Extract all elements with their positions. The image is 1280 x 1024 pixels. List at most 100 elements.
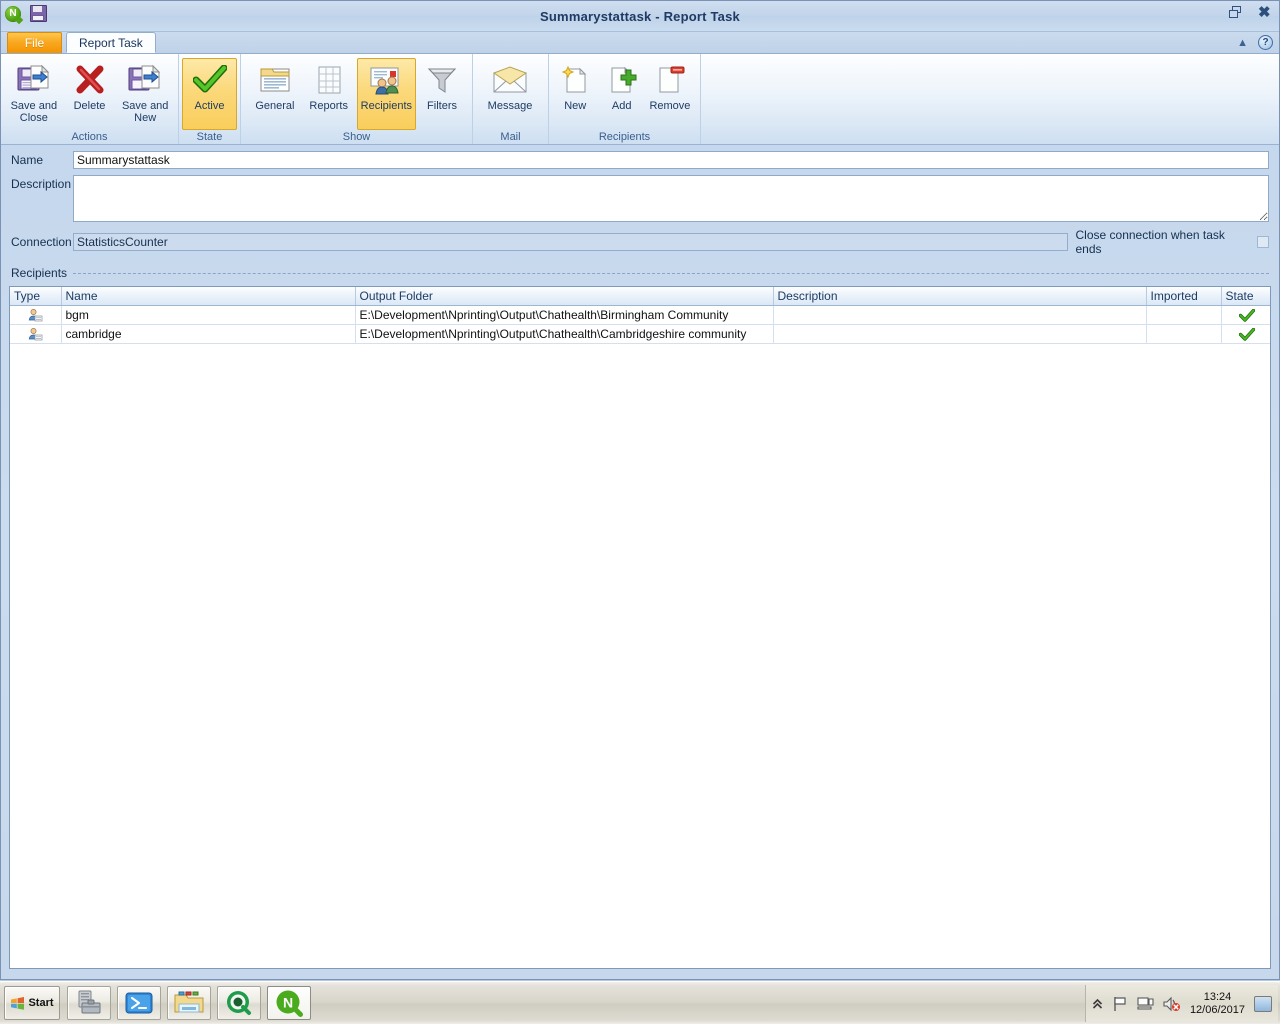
action-center-flag-icon[interactable] bbox=[1112, 996, 1128, 1012]
add-recipient-label: Add bbox=[611, 100, 632, 112]
message-button[interactable]: Message bbox=[479, 58, 541, 130]
clock[interactable]: 13:24 12/06/2017 bbox=[1190, 991, 1245, 1017]
ribbon-group-show: General Reports Recipients Filters Show bbox=[240, 54, 472, 144]
connection-field[interactable]: StatisticsCounter bbox=[73, 233, 1068, 251]
recipients-label: Recipients bbox=[360, 100, 412, 112]
column-header-imported[interactable]: Imported bbox=[1146, 287, 1222, 306]
chevron-up-icon[interactable]: ▲ bbox=[1237, 37, 1248, 48]
taskbar: Start N 13:24 12/06/2017 bbox=[0, 981, 1280, 1024]
column-header-output-folder[interactable]: Output Folder bbox=[355, 287, 774, 306]
general-label: General bbox=[255, 100, 295, 112]
filters-button[interactable]: Filters bbox=[418, 58, 466, 130]
row-state-cell bbox=[1221, 305, 1270, 325]
application-window: N Summarystattask - Report Task ✖ File R… bbox=[0, 0, 1280, 980]
recipients-card-icon bbox=[369, 62, 403, 98]
taskbar-button-powershell[interactable] bbox=[117, 986, 161, 1020]
close-connection-label: Close connection when task ends bbox=[1075, 228, 1225, 256]
description-label: Description bbox=[11, 177, 72, 191]
svg-text:N: N bbox=[283, 995, 293, 1011]
column-header-state[interactable]: State bbox=[1221, 287, 1270, 306]
row-imported-cell bbox=[1146, 305, 1222, 325]
connection-label: Connection bbox=[11, 235, 72, 249]
green-check-icon bbox=[1239, 307, 1255, 322]
save-and-close-button[interactable]: Save and Close bbox=[7, 58, 61, 130]
row-type-icon-cell bbox=[10, 324, 62, 344]
row-name-cell: cambridge bbox=[61, 324, 356, 344]
name-row: Name bbox=[11, 151, 1269, 169]
column-header-name[interactable]: Name bbox=[61, 287, 356, 306]
chevron-up-icon[interactable] bbox=[1092, 998, 1103, 1010]
file-explorer-icon bbox=[174, 991, 204, 1015]
table-row[interactable]: cambridge E:\Development\Nprinting\Outpu… bbox=[10, 324, 1270, 344]
table-row[interactable]: bgm E:\Development\Nprinting\Output\Chat… bbox=[10, 305, 1270, 325]
remove-recipient-button[interactable]: Remove bbox=[646, 58, 694, 130]
ribbon-group-recipients: New Add Remove Recipients bbox=[548, 54, 700, 144]
filters-label: Filters bbox=[427, 100, 457, 112]
connection-row: Connection StatisticsCounter Close conne… bbox=[11, 228, 1269, 256]
tab-file[interactable]: File bbox=[7, 32, 62, 53]
green-check-icon bbox=[1239, 326, 1255, 341]
user-card-icon bbox=[28, 308, 43, 322]
ribbon-empty-area bbox=[700, 54, 1279, 144]
recipients-grid[interactable]: Type Name Output Folder Description Impo… bbox=[9, 286, 1271, 969]
new-recipient-button[interactable]: New bbox=[553, 58, 597, 130]
add-plus-icon bbox=[607, 62, 637, 98]
reports-label: Reports bbox=[309, 100, 348, 112]
powershell-icon bbox=[125, 991, 153, 1015]
column-header-type[interactable]: Type bbox=[10, 287, 62, 306]
column-header-description[interactable]: Description bbox=[773, 287, 1147, 306]
ribbon-group-label-actions: Actions bbox=[71, 131, 108, 143]
remove-recipient-label: Remove bbox=[649, 100, 691, 112]
clock-date: 12/06/2017 bbox=[1189, 1003, 1245, 1016]
help-icon[interactable]: ? bbox=[1258, 35, 1273, 50]
close-window-icon[interactable]: ✖ bbox=[1258, 5, 1275, 21]
start-label: Start bbox=[28, 997, 54, 1009]
description-row: Description bbox=[11, 175, 1269, 222]
volume-muted-icon[interactable] bbox=[1163, 996, 1181, 1012]
delete-button[interactable]: Delete bbox=[63, 58, 117, 130]
title-bar: N Summarystattask - Report Task ✖ bbox=[1, 1, 1279, 32]
network-icon[interactable] bbox=[1137, 996, 1154, 1011]
ribbon-group-state: Active State bbox=[178, 54, 240, 144]
row-output-folder-cell: E:\Development\Nprinting\Output\Chatheal… bbox=[355, 305, 774, 325]
save-and-new-label: Save and New bbox=[121, 100, 169, 124]
tab-report-task[interactable]: Report Task bbox=[66, 32, 156, 53]
show-desktop-icon[interactable] bbox=[1254, 995, 1272, 1012]
task-form: Name Description Connection StatisticsCo… bbox=[1, 145, 1279, 262]
green-check-icon bbox=[192, 62, 227, 98]
active-toggle-button[interactable]: Active bbox=[182, 58, 237, 130]
qlikview-icon bbox=[226, 990, 252, 1016]
new-recipient-label: New bbox=[564, 100, 587, 112]
window-controls: ✖ bbox=[1229, 5, 1275, 21]
delete-x-icon bbox=[73, 62, 107, 98]
row-name-cell: bgm bbox=[61, 305, 356, 325]
row-type-icon-cell bbox=[10, 305, 62, 325]
recipients-button[interactable]: Recipients bbox=[356, 58, 417, 130]
recipients-section-title: Recipients bbox=[11, 266, 68, 280]
reports-button[interactable]: Reports bbox=[303, 58, 355, 130]
user-card-icon bbox=[28, 327, 43, 341]
add-recipient-button[interactable]: Add bbox=[599, 58, 643, 130]
name-input[interactable] bbox=[73, 151, 1269, 169]
close-connection-checkbox[interactable] bbox=[1257, 236, 1269, 248]
save-and-close-label: Save and Close bbox=[10, 100, 58, 124]
name-label: Name bbox=[11, 153, 44, 167]
restore-window-icon[interactable] bbox=[1229, 6, 1246, 21]
taskbar-button-server-toolbox[interactable] bbox=[67, 986, 111, 1020]
start-button[interactable]: Start bbox=[4, 986, 60, 1020]
ribbon-group-label-mail: Mail bbox=[500, 131, 521, 143]
general-list-icon bbox=[259, 62, 291, 98]
save-and-new-button[interactable]: Save and New bbox=[118, 58, 172, 130]
nprinting-icon: N bbox=[275, 989, 303, 1017]
envelope-icon bbox=[492, 62, 528, 98]
taskbar-button-qlikview[interactable] bbox=[217, 986, 261, 1020]
recipients-section-header: Recipients bbox=[11, 266, 1269, 280]
taskbar-button-nprinting[interactable]: N bbox=[267, 986, 311, 1020]
row-state-cell bbox=[1221, 324, 1270, 344]
taskbar-button-file-explorer[interactable] bbox=[167, 986, 211, 1020]
row-output-folder-cell: E:\Development\Nprinting\Output\Chatheal… bbox=[355, 324, 774, 344]
description-input[interactable] bbox=[73, 175, 1269, 222]
delete-label: Delete bbox=[73, 100, 106, 112]
general-button[interactable]: General bbox=[249, 58, 301, 130]
ribbon-tab-right-controls: ▲ ? bbox=[1237, 35, 1273, 50]
